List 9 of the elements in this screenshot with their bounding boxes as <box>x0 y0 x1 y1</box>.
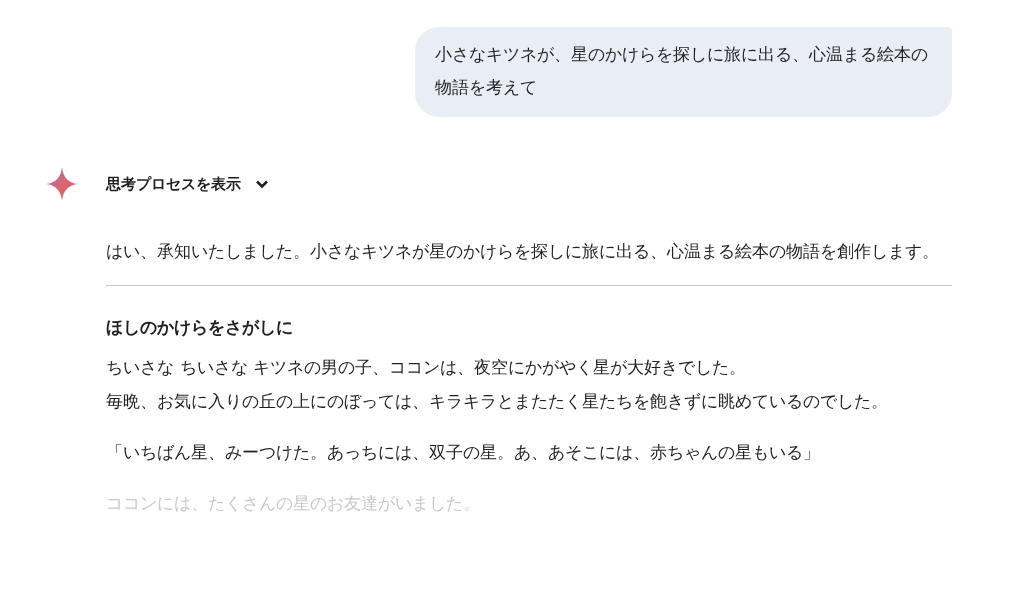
story-title: ほしのかけらをさがしに <box>106 316 294 339</box>
show-thinking-button[interactable]: 思考プロセスを表示 <box>106 174 269 194</box>
sparkle-icon <box>46 167 78 201</box>
story-paragraph: 毎晩、お気に入りの丘の上にのぼっては、キラキラとまたたく星たちを飽きずに眺めているのでした。 <box>106 390 889 413</box>
story-line: ちいさな ちいさな キツネの男の子、ココンは、夜空にかがやく星が大好きでした。 <box>106 356 748 379</box>
story-paragraph: 「いちばん星、みーつけた。あっちには、双子の星。あ、あそこには、赤ちゃんの星もいる」 <box>106 441 821 464</box>
chevron-icon <box>255 179 269 189</box>
user-message-bubble: 小さなキツネが、星のかけらを探しに旅に出る、心温まる絵本の物語を考えて <box>415 27 952 117</box>
response-paragraph: はい、承知いたしました。小さなキツネが星のかけらを探しに旅に出る、心温まる絵本の物語を創作します。 <box>106 240 940 263</box>
